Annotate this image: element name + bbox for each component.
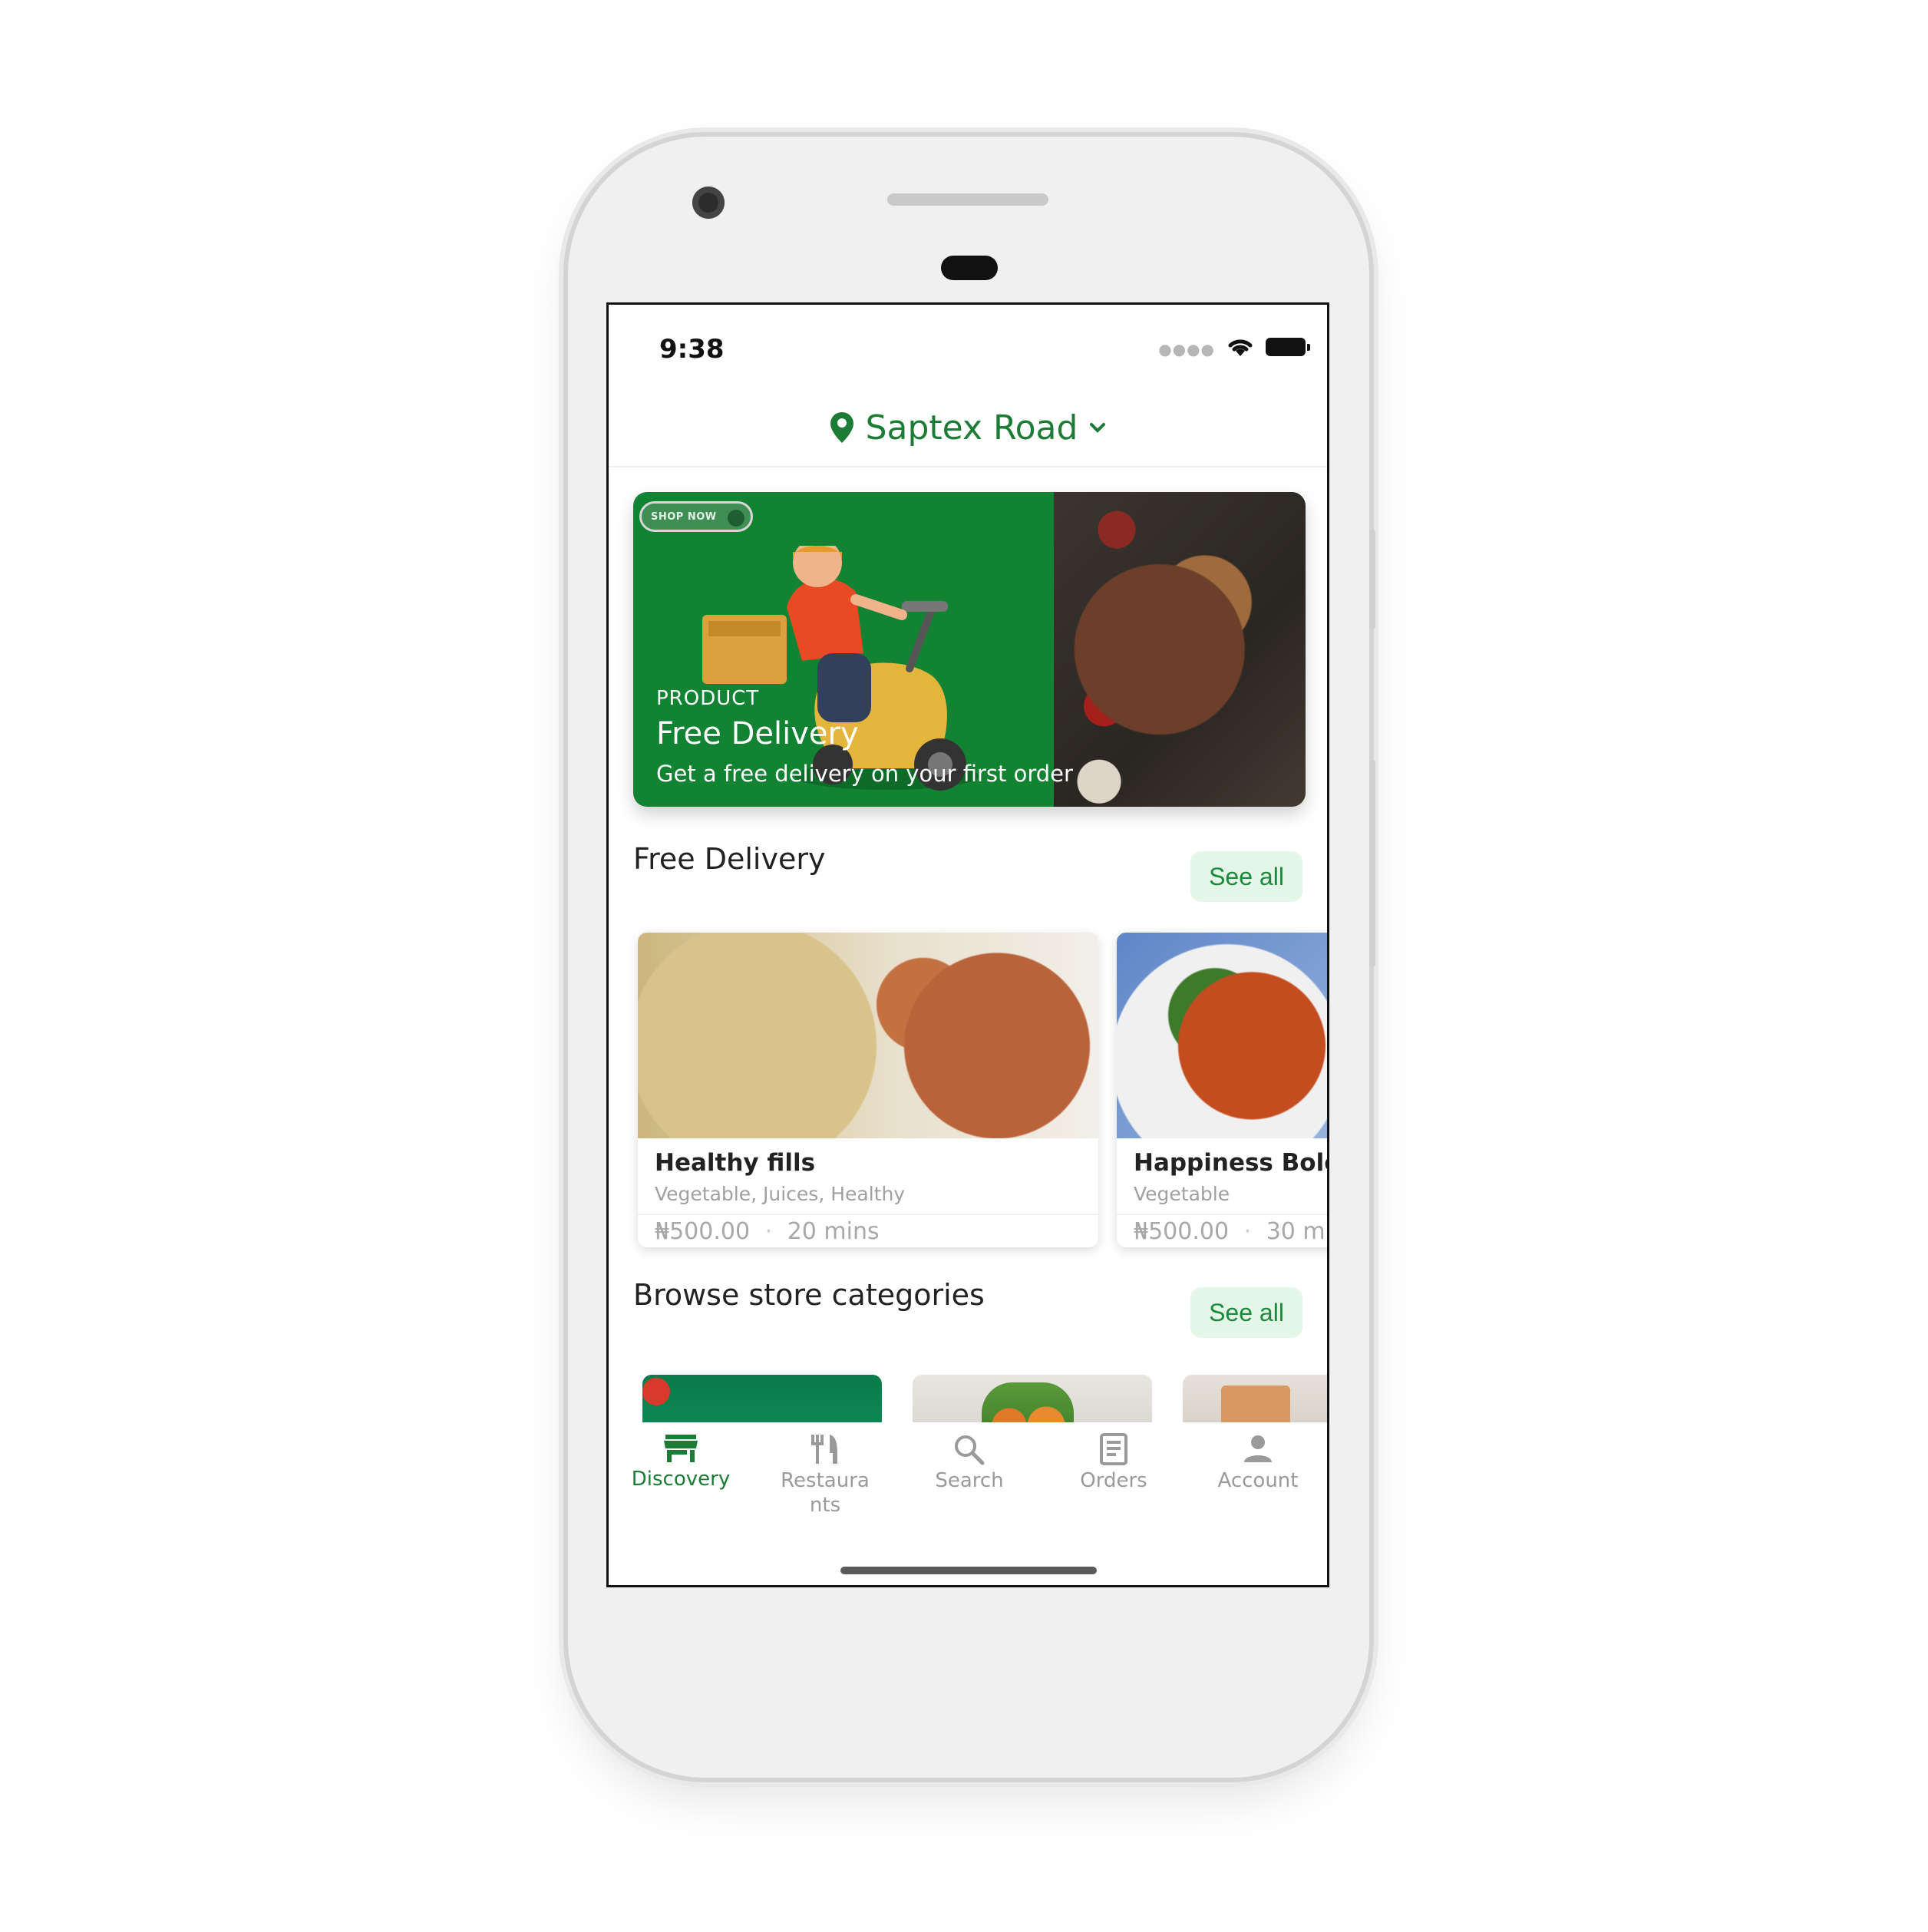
- location-pin-icon: [830, 412, 853, 443]
- nav-discovery[interactable]: Discovery: [609, 1433, 753, 1491]
- power-button: [1369, 760, 1375, 967]
- shop-now-label: SHOP NOW: [651, 511, 717, 523]
- nav-orders[interactable]: Orders: [1042, 1433, 1186, 1493]
- nav-label: Restaurants: [781, 1469, 870, 1517]
- meta-separator: ·: [764, 1218, 773, 1245]
- meta-separator: ·: [1243, 1218, 1252, 1245]
- restaurant-tags: Vegetable, Juices, Healthy: [655, 1183, 906, 1205]
- nav-label: Discovery: [631, 1468, 731, 1491]
- restaurant-image: [1117, 933, 1327, 1138]
- volume-button: [1369, 530, 1375, 629]
- delivery-time: 20 mins: [787, 1218, 880, 1245]
- restaurant-card[interactable]: Healthy fills Vegetable, Juices, Healthy…: [638, 933, 1098, 1247]
- cellular-signal-icon: ●●●●: [1158, 340, 1215, 358]
- shop-now-badge[interactable]: SHOP NOW: [639, 501, 753, 532]
- app-screen: 9:38 ●●●● Saptex Road SHOP NOW PRODUCT F…: [606, 302, 1329, 1587]
- chevron-down-icon: [1090, 423, 1106, 433]
- category-image: [642, 1378, 670, 1405]
- banner-title: Free Delivery: [656, 716, 859, 751]
- card-divider: [1117, 1214, 1327, 1215]
- location-name: Saptex Road: [865, 408, 1078, 447]
- restaurant-meta: ₦500.00 · 20 mins: [655, 1218, 880, 1245]
- restaurant-card[interactable]: Happiness Bole Vegetable ₦500.00 · 30 m: [1117, 933, 1329, 1247]
- banner-label: PRODUCT: [656, 687, 760, 710]
- restaurant-price: ₦500.00: [1134, 1218, 1230, 1245]
- categories-see-all-button[interactable]: See all: [1190, 1287, 1302, 1338]
- front-camera: [692, 187, 725, 219]
- restaurant-meta: ₦500.00 · 30 m: [1134, 1218, 1326, 1245]
- location-selector[interactable]: Saptex Road: [609, 389, 1327, 467]
- shop-now-dot: [728, 510, 744, 527]
- delivery-time: 30 m: [1266, 1218, 1326, 1245]
- receipt-icon: [1100, 1433, 1127, 1465]
- nav-label: Account: [1217, 1469, 1299, 1492]
- nav-search[interactable]: Search: [897, 1433, 1042, 1493]
- fork-knife-icon: [811, 1435, 837, 1464]
- restaurant-name: Healthy fills: [655, 1149, 816, 1177]
- nav-label: Search: [935, 1469, 1004, 1492]
- search-icon: [955, 1435, 985, 1465]
- home-indicator[interactable]: [840, 1567, 1097, 1574]
- status-icons: ●●●●: [1158, 335, 1310, 358]
- banner-food-image: [1054, 492, 1306, 807]
- bottom-navigation: Discovery Restaurants Search Orders Acco…: [609, 1422, 1327, 1585]
- nav-label: Orders: [1080, 1469, 1147, 1492]
- wifi-icon: [1228, 339, 1253, 356]
- free-delivery-title: Free Delivery: [633, 842, 826, 876]
- restaurant-image: [638, 933, 1098, 1138]
- promo-banner[interactable]: SHOP NOW PRODUCT Free Delivery Get a fre…: [633, 492, 1306, 807]
- nav-restaurants[interactable]: Restaurants: [753, 1433, 897, 1518]
- restaurant-price: ₦500.00: [655, 1218, 751, 1245]
- restaurant-tags: Vegetable: [1134, 1183, 1230, 1205]
- storefront-icon: [664, 1435, 698, 1462]
- nav-account[interactable]: Account: [1186, 1433, 1327, 1493]
- card-divider: [638, 1214, 1098, 1215]
- status-bar: 9:38 ●●●●: [609, 305, 1327, 389]
- person-icon: [1244, 1435, 1272, 1462]
- free-delivery-see-all-button[interactable]: See all: [1190, 851, 1302, 902]
- status-time: 9:38: [659, 334, 725, 365]
- earpiece-speaker: [887, 193, 1048, 206]
- battery-icon: [1266, 338, 1310, 356]
- categories-title: Browse store categories: [633, 1278, 985, 1312]
- proximity-sensor: [941, 256, 998, 280]
- banner-subtitle: Get a free delivery on your first order: [656, 761, 1073, 787]
- restaurant-name: Happiness Bole: [1134, 1149, 1329, 1177]
